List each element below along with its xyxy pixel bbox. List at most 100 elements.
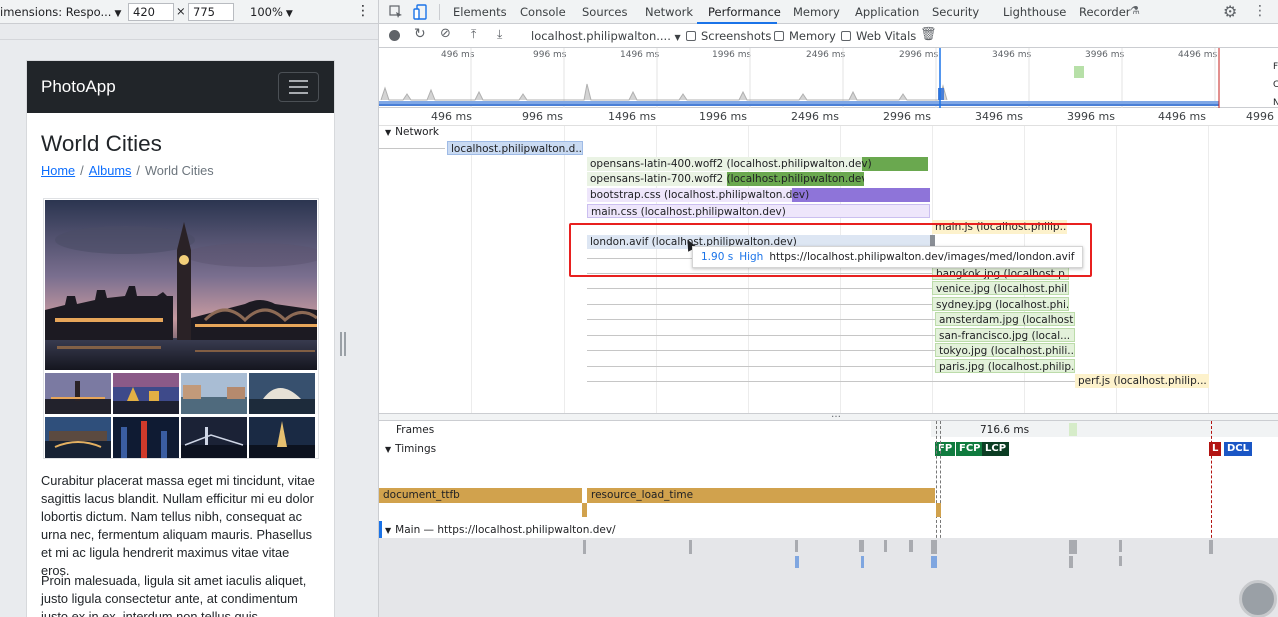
request-wait-line bbox=[587, 304, 932, 305]
dcl-marker[interactable]: DCL bbox=[1224, 442, 1253, 456]
network-request-font[interactable]: opensans-latin-400.woff2 (localhost.phil… bbox=[587, 157, 928, 171]
recording-select[interactable]: localhost.philipwalton.... ▼ bbox=[531, 29, 681, 43]
web-vitals-checkbox[interactable]: Web Vitals bbox=[841, 29, 916, 43]
main-thread-track-header[interactable]: ▼ Main — https://localhost.philipwalton.d… bbox=[385, 524, 616, 536]
zoom-dropdown[interactable]: 100% ▼ bbox=[250, 5, 293, 19]
thumbnail-photo[interactable] bbox=[181, 373, 247, 414]
expand-triangle-icon: ▼ bbox=[385, 128, 392, 137]
ruler-tick: 4496 ms bbox=[1158, 110, 1206, 123]
network-request-image[interactable]: tokyo.jpg (localhost.phili... bbox=[935, 343, 1075, 357]
upload-icon[interactable]: ⤒ bbox=[471, 27, 476, 42]
network-request-image[interactable]: paris.jpg (localhost.philip... bbox=[935, 359, 1075, 373]
panel-splitter[interactable]: … bbox=[379, 409, 1278, 421]
network-request-image[interactable]: venice.jpg (localhost.phili... bbox=[932, 281, 1069, 295]
timings-track-label: Timings bbox=[395, 443, 437, 455]
menu-toggle-button[interactable] bbox=[278, 72, 319, 102]
overview-net-label: N bbox=[1273, 98, 1278, 108]
breadcrumb-albums-link[interactable]: Albums bbox=[89, 163, 132, 178]
tab-security[interactable]: Security bbox=[932, 5, 979, 19]
tab-memory[interactable]: Memory bbox=[793, 5, 840, 19]
clear-icon[interactable]: ⊘ bbox=[440, 26, 451, 41]
fp-marker[interactable]: FP bbox=[935, 442, 956, 456]
record-icon[interactable] bbox=[389, 30, 400, 41]
tab-console[interactable]: Console bbox=[520, 5, 566, 19]
network-track-header[interactable]: ▼ Network bbox=[385, 126, 439, 138]
tab-elements[interactable]: Elements bbox=[453, 5, 507, 19]
network-request-stylesheet[interactable]: main.css (localhost.philipwalton.dev) bbox=[587, 204, 930, 218]
more-options-icon[interactable]: ⋮ bbox=[1253, 3, 1267, 19]
reload-icon[interactable]: ↻ bbox=[414, 26, 426, 42]
device-width-input[interactable] bbox=[128, 3, 174, 21]
user-timing-mark bbox=[936, 503, 941, 517]
breadcrumb-separator: / bbox=[80, 163, 84, 178]
request-wait-line bbox=[587, 335, 935, 336]
download-icon[interactable]: ⤓ bbox=[497, 27, 502, 42]
user-timing-document-ttfb[interactable]: document_ttfb bbox=[379, 488, 582, 503]
page-title: World Cities bbox=[41, 131, 162, 156]
splitter-grip-icon: … bbox=[831, 409, 841, 420]
hamburger-icon bbox=[289, 86, 308, 88]
overview-cpu-label: C bbox=[1273, 80, 1278, 90]
frames-track-label[interactable]: Frames bbox=[396, 424, 434, 436]
network-request-script[interactable]: perf.js (localhost.philip... bbox=[1075, 374, 1209, 388]
thumbnail-photo[interactable] bbox=[45, 373, 111, 414]
dimensions-dropdown[interactable]: imensions: Respo... ▼ bbox=[0, 5, 121, 19]
tab-application[interactable]: Application bbox=[855, 5, 919, 19]
request-wait-line bbox=[587, 350, 935, 351]
london-hero-photo[interactable] bbox=[45, 200, 317, 370]
thumbnail-photo[interactable] bbox=[113, 373, 179, 414]
overview-fps-label: F bbox=[1273, 62, 1278, 72]
tab-network[interactable]: Network bbox=[645, 5, 693, 19]
network-request-stylesheet[interactable]: bootstrap.css (localhost.philipwalton.de… bbox=[587, 188, 930, 202]
fcp-marker[interactable]: FCP bbox=[956, 442, 984, 456]
thumbnail-photo[interactable] bbox=[113, 417, 179, 458]
breadcrumb-separator: / bbox=[136, 163, 140, 178]
ruler-tick: 3996 ms bbox=[1067, 110, 1115, 123]
thumbnail-photo[interactable] bbox=[249, 373, 315, 414]
network-request-image[interactable]: sydney.jpg (localhost.phi... bbox=[932, 297, 1069, 311]
navbar: PhotoApp bbox=[27, 61, 334, 113]
page-frame: PhotoApp World Cities Home / Albums / World … bbox=[27, 61, 334, 617]
network-request-font[interactable]: opensans-latin-700.woff2 (localhost.phil… bbox=[587, 172, 864, 186]
network-request-document[interactable]: localhost.philipwalton.d... bbox=[447, 141, 583, 155]
main-thread-label: Main — https://localhost.philipwalton.de… bbox=[395, 524, 616, 536]
checkbox-label: Web Vitals bbox=[856, 29, 917, 43]
trash-icon[interactable]: 🗑 bbox=[920, 27, 937, 42]
breadcrumb-home-link[interactable]: Home bbox=[41, 163, 75, 178]
zoom-label: 100% bbox=[250, 5, 283, 19]
request-wait-line bbox=[379, 148, 445, 149]
overview-activity-graph bbox=[379, 48, 1220, 108]
tab-recorder[interactable]: Recorder bbox=[1079, 5, 1131, 19]
ruler-tick: 3496 ms bbox=[975, 110, 1023, 123]
device-height-input[interactable] bbox=[188, 3, 234, 21]
inspect-element-icon[interactable] bbox=[389, 5, 403, 19]
network-request-image[interactable]: amsterdam.jpg (localhost.p... bbox=[935, 312, 1075, 326]
timeline-overview[interactable]: 496 ms 996 ms 1496 ms 1996 ms 2496 ms 29… bbox=[379, 48, 1278, 108]
frame-marker bbox=[1069, 423, 1077, 436]
tab-lighthouse[interactable]: Lighthouse bbox=[1003, 5, 1066, 19]
brand-link[interactable]: PhotoApp bbox=[41, 77, 116, 97]
caret-down-icon: ▼ bbox=[674, 33, 681, 42]
checkbox-box bbox=[774, 31, 784, 41]
more-options-icon[interactable]: ⋮ bbox=[356, 3, 370, 19]
timings-track-header[interactable]: ▼ Timings bbox=[385, 443, 436, 455]
device-toolbar-icon[interactable] bbox=[413, 4, 427, 20]
thumbnail-grid bbox=[45, 373, 317, 458]
screenshots-checkbox[interactable]: Screenshots bbox=[686, 29, 771, 43]
main-thread-flamechart[interactable] bbox=[379, 538, 1278, 617]
thumbnail-photo[interactable] bbox=[45, 417, 111, 458]
user-timing-resource-load-time[interactable]: resource_load_time bbox=[587, 488, 935, 503]
network-track-label: Network bbox=[395, 126, 439, 138]
memory-checkbox[interactable]: Memory bbox=[774, 29, 836, 43]
thumbnail-photo[interactable] bbox=[181, 417, 247, 458]
tab-sources[interactable]: Sources bbox=[582, 5, 628, 19]
settings-gear-icon[interactable]: ⚙ bbox=[1223, 2, 1237, 21]
resize-handle[interactable] bbox=[340, 332, 346, 356]
request-wait-line bbox=[587, 288, 932, 289]
tab-performance[interactable]: Performance bbox=[708, 5, 781, 19]
body-paragraph: Curabitur placerat massa eget mi tincidu… bbox=[41, 473, 315, 578]
ruler-tick: 4996 bbox=[1246, 110, 1274, 123]
thumbnail-photo[interactable] bbox=[249, 417, 315, 458]
lcp-marker[interactable]: LCP bbox=[982, 442, 1010, 456]
network-request-image[interactable]: san-francisco.jpg (local... bbox=[935, 328, 1075, 342]
